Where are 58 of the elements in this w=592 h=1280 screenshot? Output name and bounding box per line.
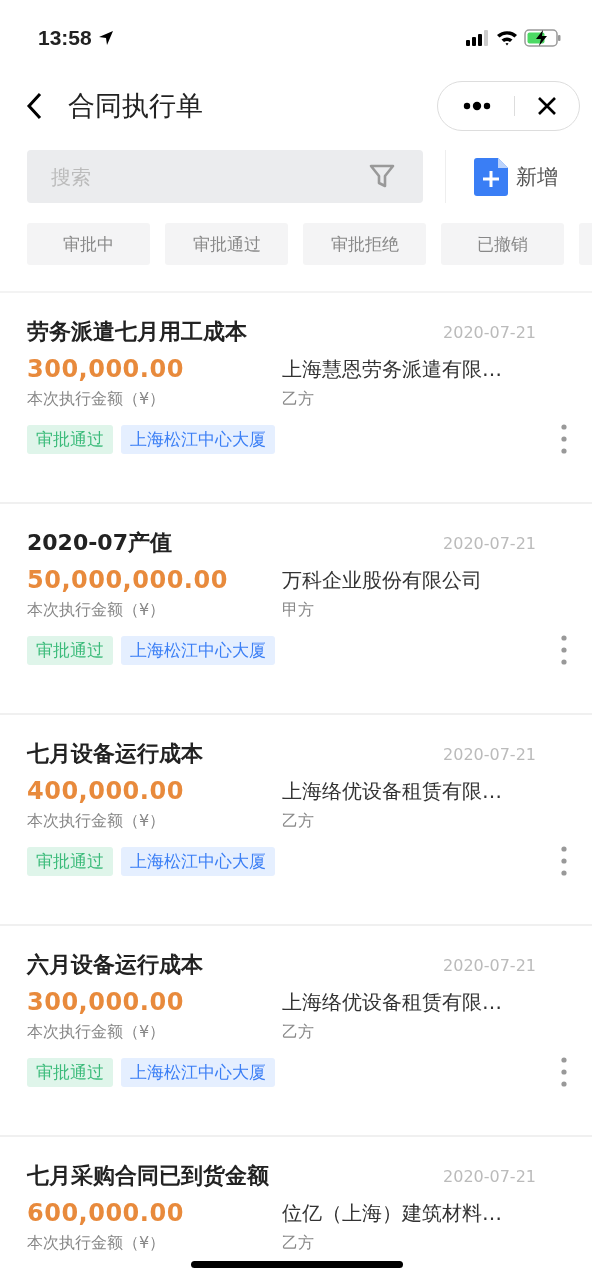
record-title: 劳务派遣七月用工成本 [27, 318, 248, 346]
amount-value: 300,000.00 [27, 988, 185, 1016]
record-date: 2020-07-21 [443, 955, 536, 975]
record-tag: 上海松江中心大厦 [121, 424, 275, 454]
record-tag: 审批通过 [27, 635, 113, 665]
close-icon[interactable] [537, 96, 557, 116]
party-name: 上海络优设备租赁有限… [282, 989, 503, 1016]
record-date: 2020-07-21 [443, 744, 536, 764]
amount-value: 300,000.00 [27, 355, 185, 383]
record-tag: 上海松江中心大厦 [121, 1057, 275, 1087]
party-name: 万科企业股份有限公司 [282, 567, 483, 594]
record-tag: 上海松江中心大厦 [121, 846, 275, 876]
party-role: 乙方 [282, 389, 315, 410]
party-role: 乙方 [282, 1022, 315, 1043]
record-title: 七月设备运行成本 [27, 740, 204, 768]
record-tag: 审批通过 [27, 846, 113, 876]
add-button[interactable]: 新增 [445, 150, 558, 203]
party-name: 位亿（上海）建筑材料… [282, 1200, 503, 1227]
record-title: 六月设备运行成本 [27, 951, 204, 979]
record-tag: 上海松江中心大厦 [121, 635, 275, 665]
amount-value: 600,000.00 [27, 1199, 185, 1227]
party-name: 上海慧恩劳务派遣有限… [282, 356, 503, 383]
record-tag: 审批通过 [27, 1057, 113, 1087]
party-role: 乙方 [282, 811, 315, 832]
amount-value: 400,000.00 [27, 777, 185, 805]
record-card[interactable]: 2020-07产值 2020-07-21 50,000,000.00 本次执行金额（¥） 万科企业股份有限公司 甲方 审批通过 上海松江中心大厦 [0, 504, 592, 715]
more-vertical-icon[interactable] [560, 635, 568, 665]
record-title: 七月采购合同已到货金额 [27, 1162, 270, 1190]
record-card[interactable]: 劳务派遣七月用工成本 2020-07-21 300,000.00 本次执行金额（¥） 上海慧恩劳务派遣有限… 乙方 审批通过 上海松江中心大厦 [0, 293, 592, 504]
party-role: 甲方 [282, 600, 315, 621]
location-arrow-icon [97, 30, 114, 46]
record-date: 2020-07-21 [443, 533, 536, 553]
amount-label: 本次执行金额（¥） [27, 1022, 167, 1043]
wifi-icon [496, 30, 518, 46]
party-role: 乙方 [282, 1233, 315, 1254]
amount-label: 本次执行金额（¥） [27, 600, 167, 621]
more-vertical-icon[interactable] [560, 846, 568, 876]
record-date: 2020-07-21 [443, 1166, 536, 1186]
record-tag: 审批通过 [27, 424, 113, 454]
filter-icon[interactable] [369, 163, 395, 189]
more-vertical-icon[interactable] [560, 1057, 568, 1087]
page-title: 合同执行单 [68, 89, 203, 123]
amount-label: 本次执行金额（¥） [27, 1233, 167, 1254]
record-title: 2020-07产值 [27, 529, 173, 557]
record-date: 2020-07-21 [443, 322, 536, 342]
back-icon[interactable] [26, 92, 42, 120]
signal-icon [466, 30, 490, 46]
party-name: 上海络优设备租赁有限… [282, 778, 503, 805]
record-card[interactable]: 六月设备运行成本 2020-07-21 300,000.00 本次执行金额（¥） 上海络优设备租赁有限… 乙方 审批通过 上海松江中心大厦 [0, 926, 592, 1137]
new-document-icon [474, 157, 508, 196]
amount-value: 50,000,000.00 [27, 566, 229, 594]
more-vertical-icon[interactable] [560, 424, 568, 454]
more-icon[interactable] [462, 101, 492, 111]
amount-label: 本次执行金额（¥） [27, 389, 167, 410]
amount-label: 本次执行金额（¥） [27, 811, 167, 832]
status-time: 13:58 [38, 26, 92, 50]
record-card[interactable]: 七月设备运行成本 2020-07-21 400,000.00 本次执行金额（¥） 上海络优设备租赁有限… 乙方 审批通过 上海松江中心大厦 [0, 715, 592, 926]
battery-icon [524, 29, 562, 47]
